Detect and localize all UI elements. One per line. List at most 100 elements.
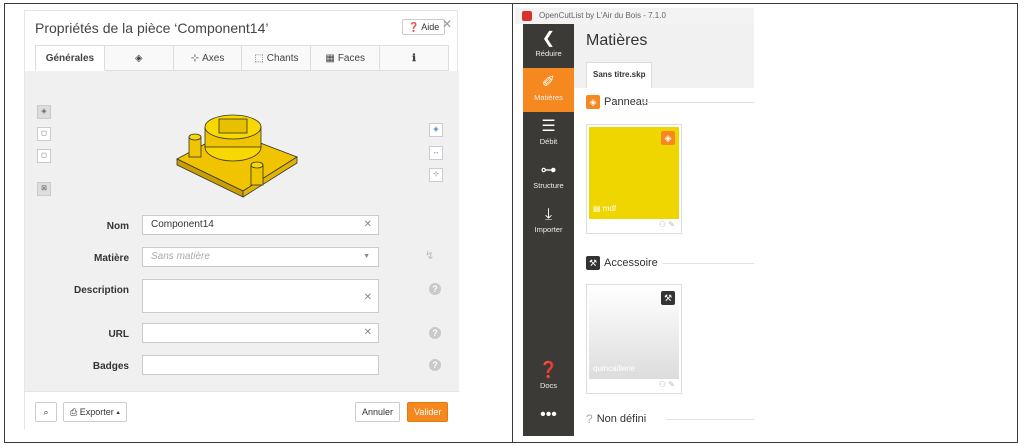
view-cube-button[interactable]: ◈ [429,123,443,137]
file-tab[interactable]: Sans titre.skp [586,62,653,88]
sidebar-item-more[interactable]: ••• [523,400,574,436]
material-card-quincaillerie[interactable]: ⚒ quincaillerie ⚇ ✎ [586,284,682,394]
section-accessoire: ⚒ Accessoire [586,256,658,270]
sidebar-item-reduire[interactable]: ❮ Réduire [523,24,574,68]
window-titlebar: OpenCutList by L'Air du Bois - 7.1.0 [515,8,754,24]
help-button[interactable]: ❓ Aide [402,19,446,35]
sidebar-item-label: Débit [539,137,558,146]
sidebar-item-docs[interactable]: ❓ Docs [523,356,574,400]
view-zoom-button[interactable]: ⊠ [37,182,51,196]
help-icon: ❓ [408,22,420,32]
valider-button[interactable]: Valider [407,402,449,422]
section-panneau: ◈ Panneau [586,95,648,109]
tab-faces[interactable]: ▦ Faces [311,45,381,71]
sidebar-item-label: Docs [539,381,558,390]
import-icon: ⤓ [544,206,553,223]
badges-label: Badges [92,361,129,372]
sheet-icon: ◈ [661,131,675,145]
tab-generales[interactable]: Générales [35,45,105,71]
section-title: Accessoire [604,257,658,269]
sidebar-item-label: Importer [534,225,563,234]
opencutlist-window: OpenCutList by L'Air du Bois - 7.1.0 ❮ R… [515,8,754,436]
axes-icon: ⊹ [190,52,200,64]
content-header: Matières Sans titre.skp [574,24,754,88]
sheet-icon: ◈ [586,95,600,109]
app-logo-icon [522,11,532,21]
tab-label: Chants [266,52,299,64]
view-iso-button[interactable]: ◈ [37,105,51,119]
sidebar-item-label: Réduire [535,49,562,58]
clear-icon[interactable]: ✕ [364,216,372,234]
sidebar-item-label: Matières [534,93,563,102]
section-divider [642,102,754,103]
chevron-left-icon: ❮ [541,30,556,47]
exporter-label: Exporter [79,407,114,417]
card-tools[interactable]: ⚇ ✎ [659,220,675,229]
page-title: Matières [586,32,648,49]
info-icon: ℹ [412,52,416,64]
url-input[interactable]: ✕ [142,323,379,343]
sidebar-item-importer[interactable]: ⤓ Importer [523,200,574,244]
help-label: Aide [421,22,440,32]
annuler-button[interactable]: Annuler [355,402,401,422]
dialog-tabs: Générales ◈ ⊹ Axes ⬚ Chants ▦ Faces ℹ [35,45,449,71]
chevron-down-icon: ▼ [363,253,370,260]
pencil-icon: ✎ [668,380,675,389]
component-3d-preview [176,114,298,198]
matiere-label: Matière [93,253,129,264]
search-icon: ⌕ [43,407,49,417]
sidebar-item-structure[interactable]: ⊶ Structure [523,156,574,200]
badges-input[interactable] [142,355,379,375]
help-question-icon[interactable]: ? [429,283,441,295]
material-label: quincaillerie [593,364,636,373]
view-front-button[interactable]: ◻ [37,127,51,141]
help-question-icon[interactable]: ? [429,327,441,339]
view-dims-button[interactable]: ↔ [429,146,443,160]
pencil-icon: ✎ [668,220,675,229]
paint-bucket-icon[interactable]: ↯ [425,249,434,262]
description-label: Description [73,285,129,296]
window-title: OpenCutList by L'Air du Bois - 7.1.0 [539,11,666,20]
section-title: Non défini [596,413,647,425]
tab-layers[interactable]: ◈ [104,45,174,71]
section-divider [662,263,754,264]
view-side-button[interactable]: ◻ [37,149,51,163]
panel-divider [512,3,513,443]
edges-icon: ⬚ [254,52,264,64]
close-icon[interactable]: ✕ [442,17,452,31]
hammer-icon: ⚒ [661,291,675,305]
question-icon: ❓ [538,362,559,379]
material-label: ▤ mdf [593,204,617,213]
matiere-placeholder: Sans matière [151,251,210,262]
clear-icon[interactable]: ✕ [364,282,372,314]
more-icon: ••• [540,406,557,423]
sidebar-item-debit[interactable]: ☰ Débit [523,112,574,156]
materials-content: Matières Sans titre.skp ◈ Panneau ◈ ▤ md… [574,24,754,436]
dialog-title: Propriétés de la pièce ‘Component14’ [35,20,269,36]
exporter-button[interactable]: ⎙ Exporter ▴ [63,402,128,422]
tab-label: Faces [337,52,366,64]
layers-icon: ◈ [134,52,143,64]
part-properties-dialog: Propriétés de la pièce ‘Component14’ ❓ A… [24,10,459,431]
tab-label: Générales [45,52,95,64]
tab-chants[interactable]: ⬚ Chants [242,45,312,71]
matiere-select[interactable]: Sans matière ▼ [142,247,379,267]
view-axes-button[interactable]: ⊹ [429,168,443,182]
paint-bucket-icon: ⚇ [658,220,667,229]
nom-input[interactable]: Component14 ✕ [142,215,379,235]
clear-icon[interactable]: ✕ [364,324,372,342]
description-input[interactable]: ✕ [142,279,379,313]
card-tools[interactable]: ⚇ ✎ [659,380,675,389]
url-label: URL [108,329,129,340]
search-button[interactable]: ⌕ [35,402,57,422]
sidebar: ❮ Réduire ✐ Matières ☰ Débit ⊶ Structure… [523,24,574,436]
faces-icon: ▦ [325,52,335,64]
tab-axes[interactable]: ⊹ Axes [173,45,243,71]
help-question-icon[interactable]: ? [429,359,441,371]
material-card-mdf[interactable]: ◈ ▤ mdf ⚇ ✎ [586,124,682,234]
tab-info[interactable]: ℹ [380,45,449,71]
caret-up-icon: ▴ [116,407,121,417]
sidebar-item-label: Structure [533,181,564,190]
section-divider [666,419,754,420]
sidebar-item-matieres[interactable]: ✐ Matières [523,68,574,112]
